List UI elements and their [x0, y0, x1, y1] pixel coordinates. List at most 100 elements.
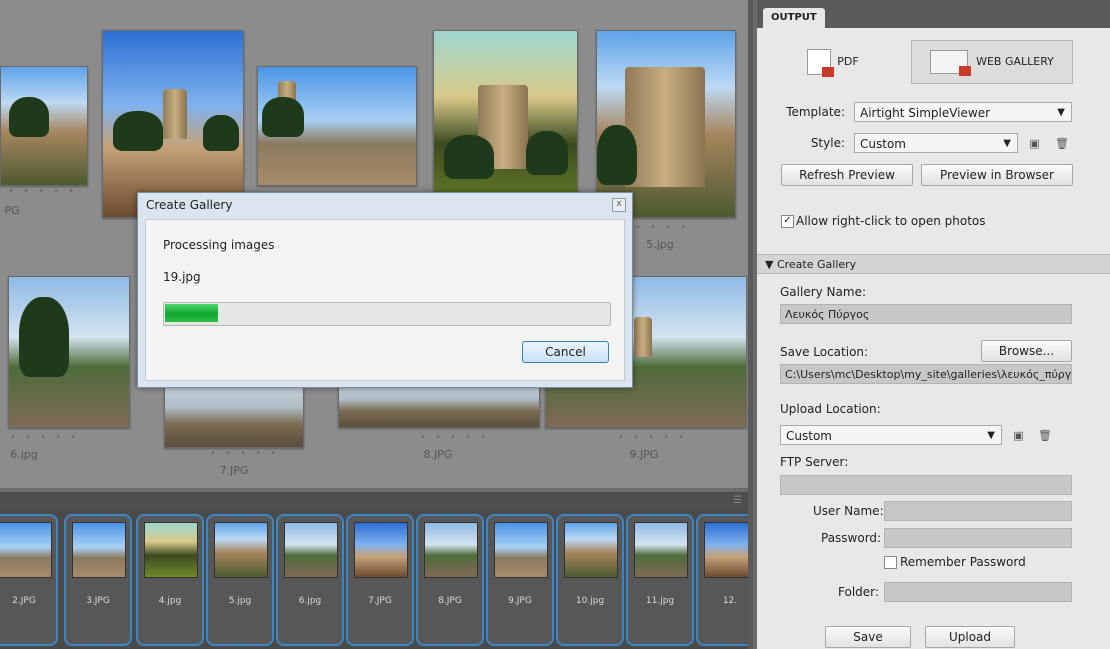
progress-fill — [165, 304, 218, 322]
filmstrip-item[interactable]: 4.jpg — [136, 514, 204, 646]
dialog-title: Create Gallery — [146, 198, 233, 212]
password-field[interactable] — [884, 528, 1072, 548]
photo-label: PG — [4, 204, 20, 217]
filmstrip-thumbnail — [144, 522, 198, 578]
create-gallery-section-header[interactable]: ▼ Create Gallery — [757, 254, 1110, 274]
remember-password-label: Remember Password — [900, 555, 1026, 569]
pdf-output-button[interactable]: PDF — [797, 40, 869, 84]
photo-thumbnail[interactable] — [596, 30, 736, 218]
filmstrip-header: ☰ — [0, 492, 748, 510]
refresh-preview-button[interactable]: Refresh Preview — [781, 164, 913, 186]
dropdown-arrow-icon: ▼ — [987, 430, 995, 441]
style-label: Style: — [810, 136, 845, 150]
panel-menu-icon[interactable]: ☰ — [733, 495, 742, 506]
style-value: Custom — [860, 137, 906, 151]
remember-password-checkbox[interactable] — [884, 556, 897, 569]
photo-thumbnail[interactable] — [0, 66, 88, 186]
preview-in-browser-button[interactable]: Preview in Browser — [921, 164, 1073, 186]
filmstrip-label: 3.JPG — [86, 596, 110, 606]
rating-dots: • • • • • — [8, 186, 78, 197]
filmstrip-label: 9.JPG — [508, 596, 532, 606]
save-button[interactable]: Save — [825, 626, 911, 648]
gallery-name-label: Gallery Name: — [780, 285, 866, 299]
filmstrip-label: 11.jpg — [645, 596, 675, 606]
password-label: Password: — [821, 531, 882, 545]
filmstrip-label: 12. — [722, 596, 738, 606]
delete-style-icon[interactable]: 🗑 — [1055, 138, 1069, 149]
filmstrip-item[interactable]: 10.jpg — [556, 514, 624, 646]
photo-thumbnail[interactable] — [257, 66, 417, 186]
filmstrip-thumbnail — [354, 522, 408, 578]
filmstrip-item[interactable]: 2.JPG — [0, 514, 58, 646]
filmstrip-thumbnail — [424, 522, 478, 578]
template-label: Template: — [786, 105, 845, 119]
photo-label: 6.jpg — [10, 448, 38, 461]
output-panel: OUTPUT PDF WEB GALLERY Template: Airtigh… — [753, 0, 1110, 649]
style-select[interactable]: Custom ▼ — [854, 133, 1018, 153]
photo-thumbnail[interactable] — [102, 30, 244, 218]
upload-location-select[interactable]: Custom ▼ — [780, 425, 1002, 445]
save-location-preset-icon[interactable]: ▣ — [1013, 430, 1024, 441]
filmstrip-thumbnail — [214, 522, 268, 578]
filmstrip-item[interactable]: 8.JPG — [416, 514, 484, 646]
filmstrip-thumbnail — [704, 522, 748, 578]
rating-dots: • • • • • — [210, 448, 280, 459]
filmstrip-label: 10.jpg — [575, 596, 605, 606]
folder-field[interactable] — [884, 582, 1072, 602]
upload-location-value: Custom — [786, 429, 832, 443]
web-gallery-icon — [930, 50, 972, 76]
progress-bar — [163, 302, 611, 326]
photo-thumbnail[interactable] — [8, 276, 130, 428]
filmstrip-label: 2.JPG — [12, 596, 36, 606]
user-name-field[interactable] — [884, 501, 1072, 521]
rating-dots: • • • • • — [618, 432, 688, 443]
web-gallery-button[interactable]: WEB GALLERY — [911, 40, 1073, 84]
processing-status: Processing images — [163, 238, 275, 252]
filmstrip-item[interactable]: 3.JPG — [64, 514, 132, 646]
web-gallery-label: WEB GALLERY — [976, 55, 1054, 68]
photo-thumbnail[interactable] — [164, 380, 304, 448]
folder-label: Folder: — [838, 585, 879, 599]
close-icon[interactable]: x — [612, 198, 626, 212]
gallery-name-field[interactable]: Λευκός Πύργος — [780, 304, 1072, 324]
current-file: 19.jpg — [163, 270, 201, 284]
filmstrip: 2.JPG 3.JPG 4.jpg 5.jpg 6.jpg 7.JPG 8.JP… — [0, 510, 748, 649]
filmstrip-item[interactable]: 5.jpg — [206, 514, 274, 646]
upload-button[interactable]: Upload — [925, 626, 1015, 648]
cancel-button[interactable]: Cancel — [522, 341, 609, 363]
filmstrip-label: 4.jpg — [158, 596, 182, 606]
save-style-icon[interactable]: ▣ — [1029, 138, 1040, 149]
allow-right-click-checkbox[interactable]: ✓ — [781, 215, 794, 228]
ftp-server-label: FTP Server: — [780, 455, 849, 469]
filmstrip-item[interactable]: 9.JPG — [486, 514, 554, 646]
template-select[interactable]: Airtight SimpleViewer ▼ — [854, 102, 1072, 122]
filmstrip-label: 7.JPG — [368, 596, 392, 606]
photo-label: 7.JPG — [219, 464, 249, 477]
dialog-body: Processing images 19.jpg Cancel — [145, 219, 625, 381]
save-location-label: Save Location: — [780, 345, 869, 359]
photo-label: 9.JPG — [629, 448, 659, 461]
filmstrip-item[interactable]: 7.JPG — [346, 514, 414, 646]
filmstrip-label: 8.JPG — [438, 596, 462, 606]
panel-tab-bar: OUTPUT — [757, 0, 1110, 28]
filmstrip-item[interactable]: 11.jpg — [626, 514, 694, 646]
filmstrip-thumbnail — [284, 522, 338, 578]
filmstrip-label: 6.jpg — [298, 596, 322, 606]
filmstrip-item[interactable]: 12. — [696, 514, 748, 646]
filmstrip-label: 5.jpg — [228, 596, 252, 606]
dropdown-arrow-icon: ▼ — [1003, 138, 1011, 149]
browse-button[interactable]: Browse... — [981, 340, 1072, 362]
filmstrip-thumbnail — [564, 522, 618, 578]
user-name-label: User Name: — [813, 504, 884, 518]
photo-label: 8.JPG — [423, 448, 453, 461]
ftp-server-field[interactable] — [780, 475, 1072, 495]
rating-dots: • • • • • — [420, 432, 490, 443]
filmstrip-item[interactable]: 6.jpg — [276, 514, 344, 646]
upload-location-label: Upload Location: — [780, 402, 881, 416]
tab-output[interactable]: OUTPUT — [763, 8, 825, 28]
pdf-icon — [807, 49, 835, 77]
allow-right-click-label: Allow right-click to open photos — [796, 214, 986, 228]
save-location-field[interactable]: C:\Users\mc\Desktop\my_site\galleries\λε… — [780, 364, 1072, 384]
filmstrip-thumbnail — [634, 522, 688, 578]
delete-location-preset-icon[interactable]: 🗑 — [1038, 430, 1052, 441]
